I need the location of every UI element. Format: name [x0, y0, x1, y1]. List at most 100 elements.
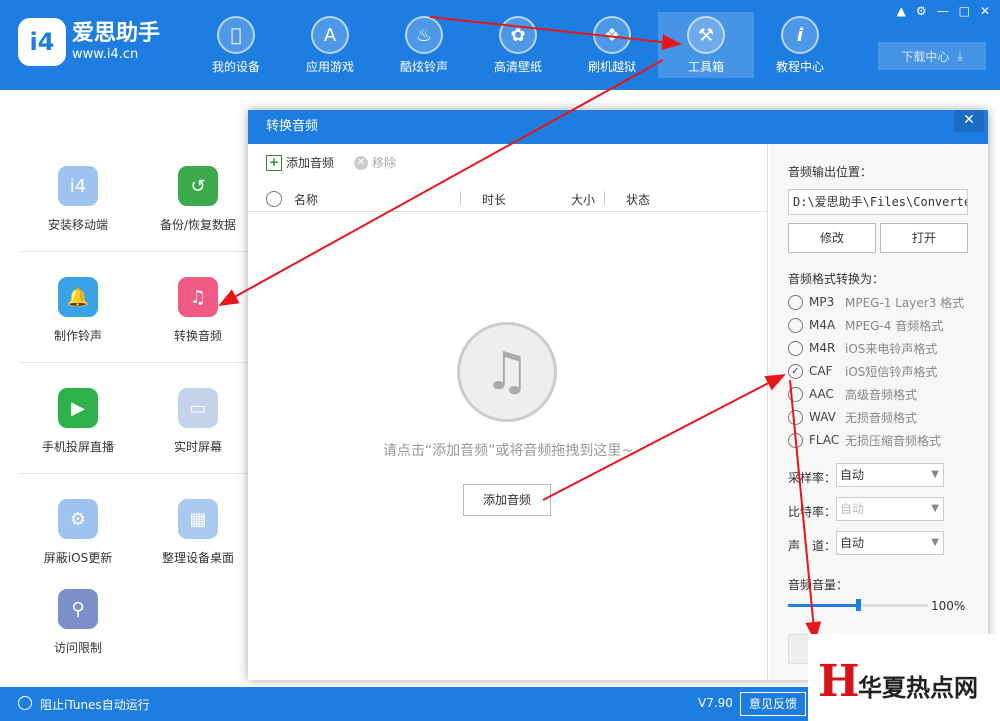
format-option-m4r[interactable]: M4R iOS来电铃声格式	[788, 338, 937, 358]
version-label: V7.90	[698, 696, 733, 710]
column-duration: 时长	[482, 193, 507, 207]
tool-label: 手机投屏直播	[41, 440, 114, 454]
nav-my-device[interactable]:  我的设备	[188, 12, 284, 78]
tool-convert-audio[interactable]: ♫ 转换音频	[143, 277, 253, 344]
tool-access-restriction[interactable]: ⚲ 访问限制	[23, 589, 133, 656]
check-icon: ✓	[791, 365, 800, 377]
dialog-close-button[interactable]: ✕	[954, 110, 984, 132]
settings-panel: 音频输出位置： D:\爱思助手\Files\ConvertedAu 修改 打开 …	[769, 144, 988, 680]
open-button[interactable]: 打开	[880, 223, 968, 253]
format-desc: iOS短信铃声格式	[845, 364, 938, 379]
sample-rate-label: 采样率：	[788, 471, 837, 485]
audio-list-panel: + 添加音频 ✕ 移除 名称 时长 大小 状态 ♫ 请点击“添加音频”或将音频拖…	[248, 144, 768, 680]
close-icon[interactable]: ✕	[980, 4, 990, 18]
format-radio[interactable]	[788, 340, 803, 356]
nav-apps-games[interactable]: A 应用游戏	[282, 12, 378, 78]
remove-toolbar-button[interactable]: ✕ 移除	[354, 154, 396, 171]
close-icon: ✕	[963, 112, 975, 128]
tool-label: 屏蔽iOS更新	[43, 551, 113, 565]
column-size: 大小	[571, 193, 596, 207]
dropdown-arrow-icon: ▼	[931, 537, 939, 548]
format-code: M4A	[809, 318, 836, 332]
tool-backup-restore[interactable]: ↺ 备份/恢复数据	[143, 166, 253, 233]
nav-ringtones[interactable]: ♨ 酷炫铃声	[376, 12, 472, 78]
output-location-label: 音频输出位置：	[788, 165, 873, 179]
channel-select[interactable]: 自动 ▼	[836, 531, 944, 555]
nav-toolbox[interactable]: ⚒ 工具箱	[658, 12, 754, 78]
nav-tutorials[interactable]: i 教程中心	[752, 12, 848, 78]
divider	[20, 362, 248, 363]
format-option-mp3[interactable]: MP3 MPEG-1 Layer3 格式	[788, 292, 964, 312]
select-all-radio[interactable]	[266, 191, 282, 207]
minimize-icon[interactable]: —	[937, 4, 949, 18]
music-convert-icon: ♫	[178, 277, 218, 317]
remove-label: 移除	[372, 156, 397, 170]
format-code: CAF	[809, 364, 833, 378]
modify-button[interactable]: 修改	[788, 223, 876, 253]
column-name: 名称	[294, 193, 319, 207]
app-store-icon: A	[311, 16, 349, 54]
format-option-caf[interactable]: ✓ CAF iOS短信铃声格式	[788, 361, 937, 381]
format-label: 音频格式转换为：	[788, 272, 885, 286]
volume-label: 音频音量：	[788, 578, 849, 592]
format-radio[interactable]	[788, 409, 803, 425]
dropbox-icon: ❖	[593, 16, 631, 54]
format-desc: MPEG-1 Layer3 格式	[845, 295, 965, 310]
tool-make-ringtone[interactable]: 🔔 制作铃声	[23, 277, 133, 344]
tool-label: 整理设备桌面	[161, 551, 234, 565]
tool-install-mobile[interactable]: i4 安装移动端	[23, 166, 133, 233]
tool-realtime-screen[interactable]: ▭ 实时屏幕	[143, 388, 253, 455]
nav-label: 教程中心	[775, 60, 824, 74]
dialog-title: 转换音频	[248, 110, 988, 144]
tool-organize-desktop[interactable]: ▦ 整理设备桌面	[143, 499, 253, 566]
tool-label: 安装移动端	[47, 218, 108, 232]
skin-icon[interactable]: ▲	[897, 4, 906, 18]
gear-icon[interactable]: ⚙	[916, 4, 927, 18]
music-note-icon: ♫	[457, 322, 557, 422]
bitrate-select[interactable]: 自动 ▼	[836, 497, 944, 521]
format-radio-checked[interactable]: ✓	[788, 363, 803, 379]
table-header: 名称 时长 大小 状态	[248, 186, 768, 212]
download-center-label: 下载中心	[901, 49, 950, 64]
format-option-m4a[interactable]: M4A MPEG-4 音频格式	[788, 315, 943, 335]
bitrate-label: 比特率：	[788, 505, 837, 519]
download-center-button[interactable]: 下载中心 ⤓	[878, 42, 986, 70]
tool-label: 制作铃声	[53, 329, 102, 343]
tool-label: 转换音频	[173, 329, 222, 343]
phone-play-icon: ▶	[58, 388, 98, 428]
format-option-flac[interactable]: FLAC 无损压缩音频格式	[788, 430, 941, 450]
watermark-logo: H	[818, 656, 860, 707]
dropdown-arrow-icon: ▼	[931, 469, 939, 480]
format-radio[interactable]	[788, 386, 803, 402]
convert-audio-dialog: 转换音频 ✕ + 添加音频 ✕ 移除 名称 时长 大小 状态 ♫ 请点击“添加音…	[248, 110, 988, 680]
volume-slider-thumb[interactable]	[856, 599, 861, 611]
format-option-aac[interactable]: AAC 高级音频格式	[788, 384, 917, 404]
output-path-field[interactable]: D:\爱思助手\Files\ConvertedAu	[788, 189, 968, 215]
format-option-wav[interactable]: WAV 无损音频格式	[788, 407, 917, 427]
feedback-button[interactable]: 意见反馈	[740, 692, 806, 716]
empty-hint-text: 请点击“添加音频”或将音频拖拽到这里~	[382, 443, 634, 459]
format-radio[interactable]	[788, 432, 803, 448]
restore-icon[interactable]: □	[959, 4, 970, 18]
block-itunes-checkbox[interactable]	[18, 696, 32, 710]
format-desc: iOS来电铃声格式	[845, 341, 938, 356]
app-name: 爱思助手	[72, 21, 161, 46]
nav-flash-jailbreak[interactable]: ❖ 刷机越狱	[564, 12, 660, 78]
nav-label: 应用游戏	[305, 60, 354, 74]
volume-slider-fill	[788, 604, 858, 607]
nav-label: 工具箱	[687, 60, 724, 74]
divider	[20, 473, 248, 474]
tool-screen-mirror[interactable]: ▶ 手机投屏直播	[23, 388, 133, 455]
bell-icon: ♨	[405, 16, 443, 54]
format-desc: 无损压缩音频格式	[845, 433, 942, 448]
add-audio-button[interactable]: 添加音频	[463, 484, 551, 516]
format-radio[interactable]	[788, 317, 803, 333]
format-radio[interactable]	[788, 294, 803, 310]
add-audio-toolbar-button[interactable]: + 添加音频	[266, 154, 334, 171]
nav-wallpapers[interactable]: ✿ 高清壁纸	[470, 12, 566, 78]
sample-rate-select[interactable]: 自动 ▼	[836, 463, 944, 487]
tool-block-ios-update[interactable]: ⚙ 屏蔽iOS更新	[23, 499, 133, 566]
nav-label: 刷机越狱	[587, 60, 636, 74]
format-code: M4R	[809, 341, 836, 355]
nav-label: 高清壁纸	[493, 60, 542, 74]
